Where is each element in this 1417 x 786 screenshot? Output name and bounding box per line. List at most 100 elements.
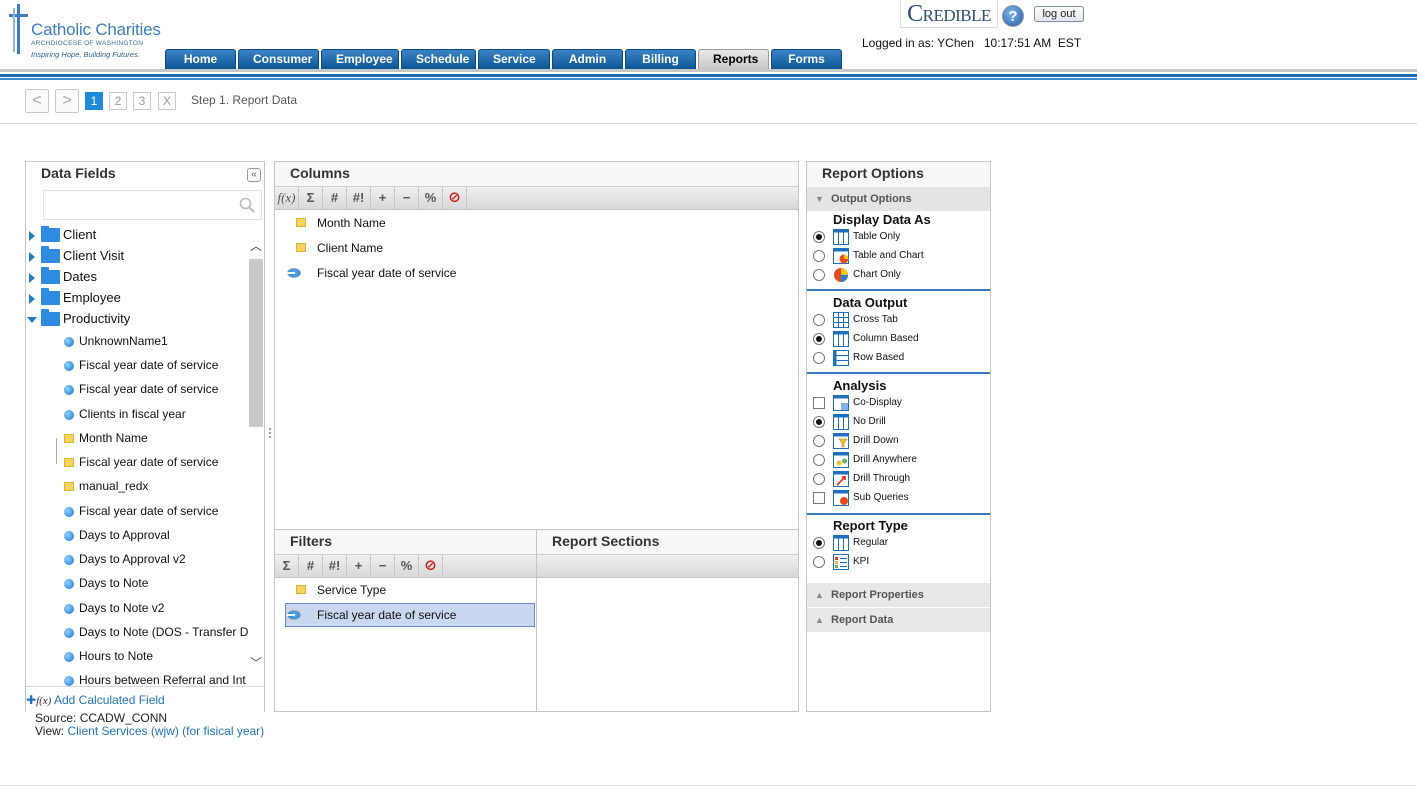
logo-tagline: Inspiring Hope, Building Futures. [31, 50, 140, 59]
drill-down-icon [833, 433, 849, 449]
radio-button[interactable] [813, 352, 825, 364]
tree-connector [56, 438, 57, 464]
sum-button[interactable]: Σ [275, 555, 299, 577]
distinct-count-button[interactable]: #! [347, 187, 371, 209]
radio-button[interactable] [813, 537, 825, 549]
radio-button[interactable] [813, 314, 825, 326]
drill-anywhere-icon [833, 452, 849, 468]
measure-icon [64, 385, 74, 395]
logout-button[interactable]: log out [1034, 6, 1084, 22]
radio-button[interactable] [813, 231, 825, 243]
report-properties-accordion[interactable]: ▲ Report Properties [807, 583, 990, 607]
radio-button[interactable] [813, 333, 825, 345]
credible-logo: Credible [900, 0, 998, 28]
view-link[interactable]: Client Services (wjw) (for fisical year) [67, 724, 264, 738]
checkbox[interactable] [813, 397, 825, 409]
report-sections-panel: Report Sections [536, 529, 799, 712]
count-button[interactable]: # [299, 555, 323, 577]
wizard-step-2[interactable]: 2 [109, 92, 127, 110]
dimension-icon [64, 434, 74, 443]
expand-arrow-icon[interactable] [29, 273, 35, 283]
subtract-button[interactable]: − [371, 555, 395, 577]
scroll-up-icon[interactable]: ︿ [250, 240, 262, 252]
expand-arrow-icon[interactable] [29, 252, 35, 262]
function-button[interactable]: f(x) [275, 187, 299, 209]
filters-title: Filters [275, 530, 536, 554]
nav-tab-forms[interactable]: Forms [771, 49, 842, 69]
report-sections-title: Report Sections [537, 530, 798, 554]
measure-icon [64, 337, 74, 347]
source-info: Source: CCADW_CONN View: Client Services… [35, 712, 264, 738]
table-icon [833, 229, 849, 245]
measure-icon [64, 628, 74, 638]
report-options-title: Report Options [807, 162, 990, 187]
catholic-charities-logo: Catholic Charities ARCHDIOCESE OF WASHIN… [4, 4, 164, 62]
nav-tab-reports[interactable]: Reports [698, 49, 769, 69]
scrollbar-thumb[interactable] [249, 259, 263, 427]
chevron-down-icon: ▼ [815, 194, 824, 204]
field-search-input[interactable] [48, 192, 233, 218]
output-options-accordion[interactable]: ▼ Output Options [807, 187, 990, 211]
data-fields-panel: Data Fields « Client Client Visit Dates … [25, 161, 265, 712]
data-fields-scrollbar[interactable]: ︿ ﹀ [248, 237, 264, 677]
display-data-group: Display Data As Table Only Table and Cha… [807, 212, 990, 289]
scroll-down-icon[interactable]: ﹀ [250, 657, 262, 669]
wizard-step-3[interactable]: 3 [133, 92, 151, 110]
analysis-group: Analysis Co-Display No Drill Drill Down … [807, 378, 990, 512]
wizard-step-exit[interactable]: X [158, 92, 176, 110]
wizard-next-button[interactable]: > [55, 89, 79, 113]
nav-tab-admin[interactable]: Admin [552, 49, 623, 69]
row-table-icon [833, 350, 849, 366]
radio-button[interactable] [813, 269, 825, 281]
wizard-step-1[interactable]: 1 [85, 92, 103, 110]
wizard-step-label: Step 1. Report Data [191, 93, 298, 107]
radio-button[interactable] [813, 435, 825, 447]
checkbox[interactable] [813, 492, 825, 504]
radio-button[interactable] [813, 473, 825, 485]
radio-button[interactable] [813, 250, 825, 262]
radio-button[interactable] [813, 556, 825, 568]
nav-tab-schedule[interactable]: Schedule [401, 49, 476, 69]
nav-tab-service[interactable]: Service [478, 49, 550, 69]
wizard-prev-button[interactable]: < [25, 89, 49, 113]
collapse-panel-button[interactable]: « [247, 168, 261, 182]
search-icon[interactable] [239, 197, 255, 213]
display-data-title: Display Data As [833, 212, 931, 227]
subtract-button[interactable]: − [395, 187, 419, 209]
count-button[interactable]: # [323, 187, 347, 209]
measure-icon [64, 579, 74, 589]
add-calculated-field-label: Add Calculated Field [54, 693, 165, 707]
filters-panel: Filters Σ # #! + − % ⊘ Service Type Fisc… [274, 529, 537, 712]
remove-icon[interactable]: ⊘ [419, 555, 443, 577]
chevron-up-icon: ▲ [815, 590, 824, 600]
remove-icon[interactable]: ⊘ [443, 187, 467, 209]
radio-button[interactable] [813, 454, 825, 466]
panel-splitter-handle[interactable] [268, 426, 272, 442]
percent-button[interactable]: % [419, 187, 443, 209]
measure-icon [64, 361, 74, 371]
expand-arrow-icon[interactable] [29, 294, 35, 304]
nav-tab-consumer[interactable]: Consumer [238, 49, 319, 69]
radio-button[interactable] [813, 416, 825, 428]
table-chart-icon [833, 248, 849, 264]
view-prefix: View: [35, 724, 68, 738]
add-button[interactable]: + [347, 555, 371, 577]
columns-title: Columns [275, 162, 798, 186]
data-output-title: Data Output [833, 295, 908, 310]
distinct-count-button[interactable]: #! [323, 555, 347, 577]
collapse-arrow-icon[interactable] [27, 317, 37, 323]
add-calculated-field-link[interactable]: ✚f(x) Add Calculated Field [26, 693, 165, 707]
measure-icon [64, 652, 74, 662]
report-data-accordion[interactable]: ▲ Report Data [807, 608, 990, 632]
columns-panel: Columns f(x) Σ # #! + − % ⊘ Month Name C… [274, 161, 799, 531]
dimension-icon [64, 458, 74, 467]
add-button[interactable]: + [371, 187, 395, 209]
nav-tab-home[interactable]: Home [165, 49, 236, 69]
expand-arrow-icon[interactable] [29, 231, 35, 241]
help-icon[interactable]: ? [1002, 5, 1024, 27]
sum-button[interactable]: Σ [299, 187, 323, 209]
nav-tab-employee[interactable]: Employee [321, 49, 399, 69]
percent-button[interactable]: % [395, 555, 419, 577]
nav-tab-billing[interactable]: Billing [625, 49, 696, 69]
drill-through-icon [833, 471, 849, 487]
